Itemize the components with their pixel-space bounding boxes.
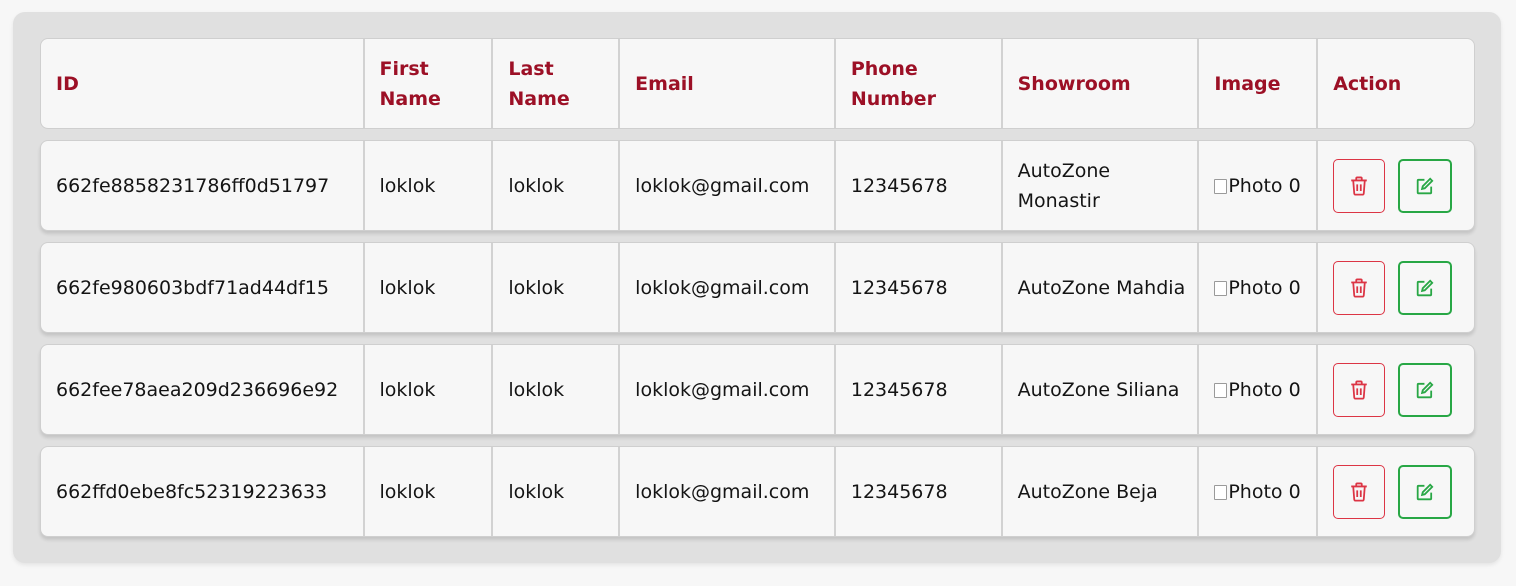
cell-showroom: AutoZone Monastir [1003, 141, 1200, 230]
broken-image: Photo 0 [1214, 375, 1301, 405]
header-email: Email [620, 39, 836, 128]
table-row: 662fe980603bdf71ad44df15 loklok loklok l… [40, 242, 1475, 333]
cell-phone-number: 12345678 [836, 345, 1003, 434]
table-container: ID First Name Last Name Email Phone Numb… [13, 12, 1501, 563]
pencil-square-icon [1416, 279, 1434, 296]
table-header: ID First Name Last Name Email Phone Numb… [40, 38, 1475, 129]
edit-button[interactable] [1398, 362, 1453, 417]
header-first-name: First Name [365, 39, 494, 128]
cell-id: 662fe980603bdf71ad44df15 [41, 243, 365, 332]
cell-email: loklok@gmail.com [620, 141, 836, 230]
pencil-square-icon [1416, 381, 1434, 398]
cell-image: Photo 0 [1199, 345, 1319, 434]
cell-image: Photo 0 [1199, 243, 1319, 332]
image-alt-text: Photo 0 [1228, 480, 1301, 503]
delete-button[interactable] [1333, 362, 1386, 417]
cell-phone-number: 12345678 [836, 141, 1003, 230]
table-row: 662fe8858231786ff0d51797 loklok loklok l… [40, 140, 1475, 231]
cell-id: 662ffd0ebe8fc52319223633 [41, 447, 365, 536]
cell-email: loklok@gmail.com [620, 243, 836, 332]
broken-image-icon [1214, 484, 1228, 500]
edit-button[interactable] [1398, 260, 1453, 315]
cell-actions [1318, 447, 1474, 536]
cell-last-name: loklok [493, 141, 621, 230]
delete-button[interactable] [1333, 464, 1386, 519]
cell-phone-number: 12345678 [836, 447, 1003, 536]
table-row: 662ffd0ebe8fc52319223633 loklok loklok l… [40, 446, 1475, 537]
cell-first-name: loklok [365, 243, 494, 332]
image-alt-text: Photo 0 [1228, 174, 1301, 197]
broken-image: Photo 0 [1214, 477, 1301, 507]
header-id: ID [41, 39, 365, 128]
header-image: Image [1199, 39, 1319, 128]
broken-image-icon [1214, 382, 1228, 398]
delete-button[interactable] [1333, 158, 1386, 213]
broken-image: Photo 0 [1214, 273, 1301, 303]
cell-actions [1318, 243, 1474, 332]
cell-image: Photo 0 [1199, 447, 1319, 536]
image-alt-text: Photo 0 [1228, 276, 1301, 299]
trash-icon [1351, 380, 1367, 400]
pencil-square-icon [1416, 483, 1434, 500]
cell-last-name: loklok [493, 243, 621, 332]
edit-button[interactable] [1398, 158, 1453, 213]
pencil-square-icon [1416, 177, 1434, 194]
edit-button[interactable] [1398, 464, 1453, 519]
image-alt-text: Photo 0 [1228, 378, 1301, 401]
table-row: 662fee78aea209d236696e92 loklok loklok l… [40, 344, 1475, 435]
cell-actions [1318, 345, 1474, 434]
cell-image: Photo 0 [1199, 141, 1319, 230]
cell-phone-number: 12345678 [836, 243, 1003, 332]
cell-first-name: loklok [365, 141, 494, 230]
cell-email: loklok@gmail.com [620, 345, 836, 434]
cell-first-name: loklok [365, 345, 494, 434]
broken-image-icon [1214, 178, 1228, 194]
cell-last-name: loklok [493, 345, 621, 434]
cell-showroom: AutoZone Mahdia [1003, 243, 1200, 332]
header-showroom: Showroom [1003, 39, 1200, 128]
cell-last-name: loklok [493, 447, 621, 536]
header-action: Action [1333, 72, 1402, 95]
cell-showroom: AutoZone Siliana [1003, 345, 1200, 434]
cell-first-name: loklok [365, 447, 494, 536]
trash-icon [1351, 278, 1367, 298]
header-last-name: Last Name [493, 39, 621, 128]
header-phone-number: Phone Number [836, 39, 1003, 128]
cell-email: loklok@gmail.com [620, 447, 836, 536]
cell-actions [1318, 141, 1474, 230]
broken-image: Photo 0 [1214, 171, 1301, 201]
delete-button[interactable] [1333, 260, 1386, 315]
broken-image-icon [1214, 280, 1228, 296]
cell-showroom: AutoZone Beja [1003, 447, 1200, 536]
trash-icon [1351, 176, 1367, 196]
cell-id: 662fee78aea209d236696e92 [41, 345, 365, 434]
cell-id: 662fe8858231786ff0d51797 [41, 141, 365, 230]
trash-icon [1351, 482, 1367, 502]
